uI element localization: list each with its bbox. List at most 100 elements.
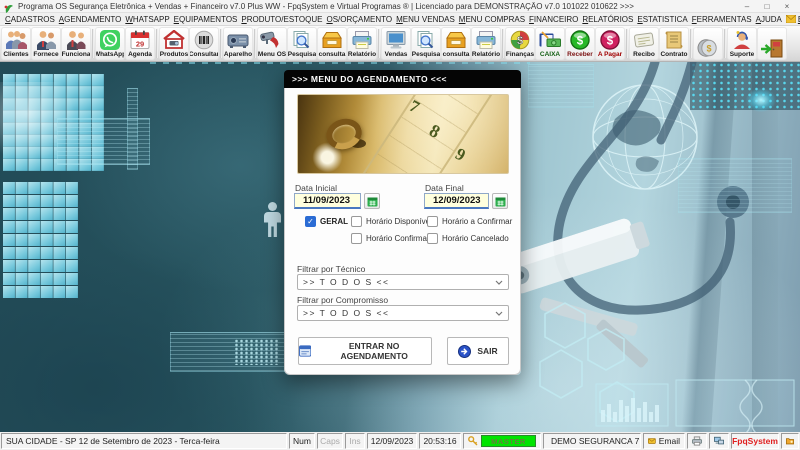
whatsapp-icon bbox=[98, 29, 122, 51]
toolbar-menu-os-button[interactable]: Menu OS bbox=[257, 27, 287, 60]
toolbar-recibo-button[interactable]: Recibo bbox=[629, 27, 659, 60]
dialog-titlebar[interactable]: >>> MENU DO AGENDAMENTO <<< bbox=[284, 70, 521, 88]
menu-compras[interactable]: MENU COMPRAS bbox=[457, 15, 527, 24]
data-inicial-calendar-button[interactable] bbox=[364, 193, 380, 209]
email-icon bbox=[786, 15, 796, 23]
geral-checkbox[interactable]: ✓ bbox=[305, 216, 316, 227]
toolbar-separator bbox=[254, 29, 256, 58]
status-app-button[interactable] bbox=[781, 433, 799, 449]
toolbar-produtos-button[interactable]: Produtos bbox=[159, 27, 189, 60]
checkbox-horario-confirmado[interactable]: Horário Confirmado bbox=[351, 233, 436, 244]
toolbar-relatorio-os-button[interactable]: Relatório bbox=[347, 27, 377, 60]
data-inicial-input[interactable] bbox=[294, 193, 361, 209]
coin-icon: $ bbox=[696, 37, 720, 59]
checkbox-geral[interactable]: ✓ GERAL bbox=[305, 216, 348, 227]
toolbar-clientes-button[interactable]: Clientes bbox=[1, 27, 31, 60]
filtro-compromisso-label: Filtrar por Compromisso bbox=[297, 295, 388, 305]
minimize-button[interactable]: – bbox=[738, 1, 756, 12]
calendar-picker-icon bbox=[495, 196, 506, 207]
toolbar-a-pagar-button[interactable]: $ A Pagar bbox=[595, 27, 625, 60]
toolbar-caixa-button[interactable]: CAIXA bbox=[535, 27, 565, 60]
person-silhouette-icon bbox=[263, 202, 282, 237]
toolbar-separator bbox=[502, 29, 504, 58]
background-dashed-line bbox=[150, 62, 530, 64]
checkbox-horario-disponivel[interactable]: Horário Disponível bbox=[351, 216, 432, 227]
toolbar-consultar-button[interactable]: Consultar bbox=[189, 27, 219, 60]
horario-a-confirmar-checkbox[interactable] bbox=[427, 216, 438, 227]
toolbar-agenda-button[interactable]: 29 Agenda bbox=[125, 27, 155, 60]
toolbar: Clientes Fornece Funciona WhatsApp 29 Ag… bbox=[0, 26, 800, 62]
toolbar-aparelho-button[interactable]: Aparelho bbox=[223, 27, 253, 60]
menu-os-orcamento[interactable]: OS/ORÇAMENTO bbox=[324, 15, 394, 24]
calendar-icon: 29 bbox=[128, 29, 152, 51]
horario-cancelado-checkbox[interactable] bbox=[427, 233, 438, 244]
menu-vendas[interactable]: MENU VENDAS bbox=[394, 15, 457, 24]
calendar-page-strip bbox=[352, 94, 494, 174]
entrar-agendamento-button[interactable]: ENTRAR NO AGENDAMENTO bbox=[298, 337, 432, 365]
status-network-button[interactable] bbox=[709, 433, 729, 449]
menu-estatistica[interactable]: ESTATISTICA bbox=[635, 15, 689, 24]
calendar-photo: 7 8 9 bbox=[297, 94, 509, 174]
data-final-calendar-button[interactable] bbox=[492, 193, 508, 209]
data-final-input[interactable] bbox=[424, 193, 489, 209]
menu-ferramentas[interactable]: FERRAMENTAS bbox=[690, 15, 754, 24]
toolbar-separator bbox=[220, 29, 222, 58]
chevron-down-icon bbox=[495, 311, 503, 316]
background-hud-panel bbox=[678, 158, 792, 213]
email-icon bbox=[648, 437, 656, 445]
horario-disponivel-checkbox[interactable] bbox=[351, 216, 362, 227]
status-printer-button[interactable] bbox=[687, 433, 707, 449]
toolbar-financas-button[interactable]: $ Finanças bbox=[505, 27, 535, 60]
menu-email[interactable]: E-MAIL bbox=[784, 15, 800, 24]
menu-financeiro[interactable]: FINANCEIRO bbox=[527, 15, 580, 24]
toolbar-pesquisa-os-button[interactable]: Pesquisa bbox=[287, 27, 317, 60]
key-icon bbox=[468, 436, 478, 446]
pay-dollar-icon: $ bbox=[598, 29, 622, 51]
checkbox-horario-a-confirmar[interactable]: Horário a Confirmar bbox=[427, 216, 512, 227]
folder-icon bbox=[786, 436, 794, 446]
background-pixel-grid bbox=[3, 182, 78, 298]
status-email-button[interactable]: Email bbox=[643, 433, 685, 449]
maximize-button[interactable]: □ bbox=[758, 1, 776, 12]
menu-ajuda[interactable]: AJUDA bbox=[754, 15, 784, 24]
menu-whatsapp[interactable]: WHATSAPP bbox=[123, 15, 171, 24]
status-date: 12/09/2023 bbox=[367, 433, 417, 449]
toolbar-fornecedores-button[interactable]: Fornece bbox=[31, 27, 61, 60]
compromisso-select[interactable]: >> T O D O S << bbox=[297, 305, 509, 321]
toolbar-funcionarios-button[interactable]: Funciona bbox=[61, 27, 91, 60]
search-documents-icon bbox=[414, 29, 438, 51]
toolbar-pesquisa-vendas-button[interactable]: Pesquisa bbox=[411, 27, 441, 60]
toolbar-contrato-button[interactable]: Contrato bbox=[659, 27, 689, 60]
checkbox-horario-cancelado[interactable]: Horário Cancelado bbox=[427, 233, 509, 244]
toolbar-whatsapp-button[interactable]: WhatsApp bbox=[95, 27, 125, 60]
toolbar-receber-button[interactable]: $ Receber bbox=[565, 27, 595, 60]
menu-produto-estoque[interactable]: PRODUTO/ESTOQUE bbox=[239, 15, 324, 24]
monitor-icon bbox=[384, 29, 408, 51]
toolbar-relatorio-vendas-button[interactable]: Relatório bbox=[471, 27, 501, 60]
app-logo-icon bbox=[4, 1, 14, 11]
data-final-label: Data Final bbox=[425, 183, 464, 193]
svg-text:$: $ bbox=[607, 36, 614, 48]
toolbar-moeda-button[interactable]: $ bbox=[693, 27, 723, 60]
horario-confirmado-checkbox[interactable] bbox=[351, 233, 362, 244]
menu-relatorios[interactable]: RELATÓRIOS bbox=[580, 15, 635, 24]
sair-button[interactable]: SAIR bbox=[447, 337, 509, 365]
close-button[interactable]: × bbox=[778, 1, 796, 12]
toolbar-suporte-button[interactable]: Suporte bbox=[727, 27, 757, 60]
status-location: SUA CIDADE - SP 12 de Setembro de 2023 -… bbox=[1, 433, 287, 449]
employees-people-icon bbox=[64, 29, 88, 51]
menu-equipamentos[interactable]: EQUIPAMENTOS bbox=[172, 15, 240, 24]
menu-cadastros[interactable]: CADASTROS bbox=[3, 15, 57, 24]
toolbar-consulta-vendas-button[interactable]: consulta bbox=[441, 27, 471, 60]
window-icon bbox=[299, 345, 311, 357]
tecnico-select[interactable]: >> T O D O S << bbox=[297, 274, 509, 290]
toolbar-exit-button[interactable] bbox=[757, 27, 787, 60]
dialog-body: 7 8 9 Data Inicial Data Final ✓ GERAL Ho… bbox=[284, 88, 521, 375]
svg-text:$: $ bbox=[706, 44, 711, 54]
clients-people-icon bbox=[4, 29, 28, 51]
toolbar-consulta-os-button[interactable]: consulta bbox=[317, 27, 347, 60]
house-camera-icon bbox=[162, 29, 186, 51]
menu-agendamento[interactable]: AGENDAMENTO bbox=[57, 15, 124, 24]
toolbar-vendas-button[interactable]: Vendas bbox=[381, 27, 411, 60]
toolbar-separator bbox=[724, 29, 726, 58]
